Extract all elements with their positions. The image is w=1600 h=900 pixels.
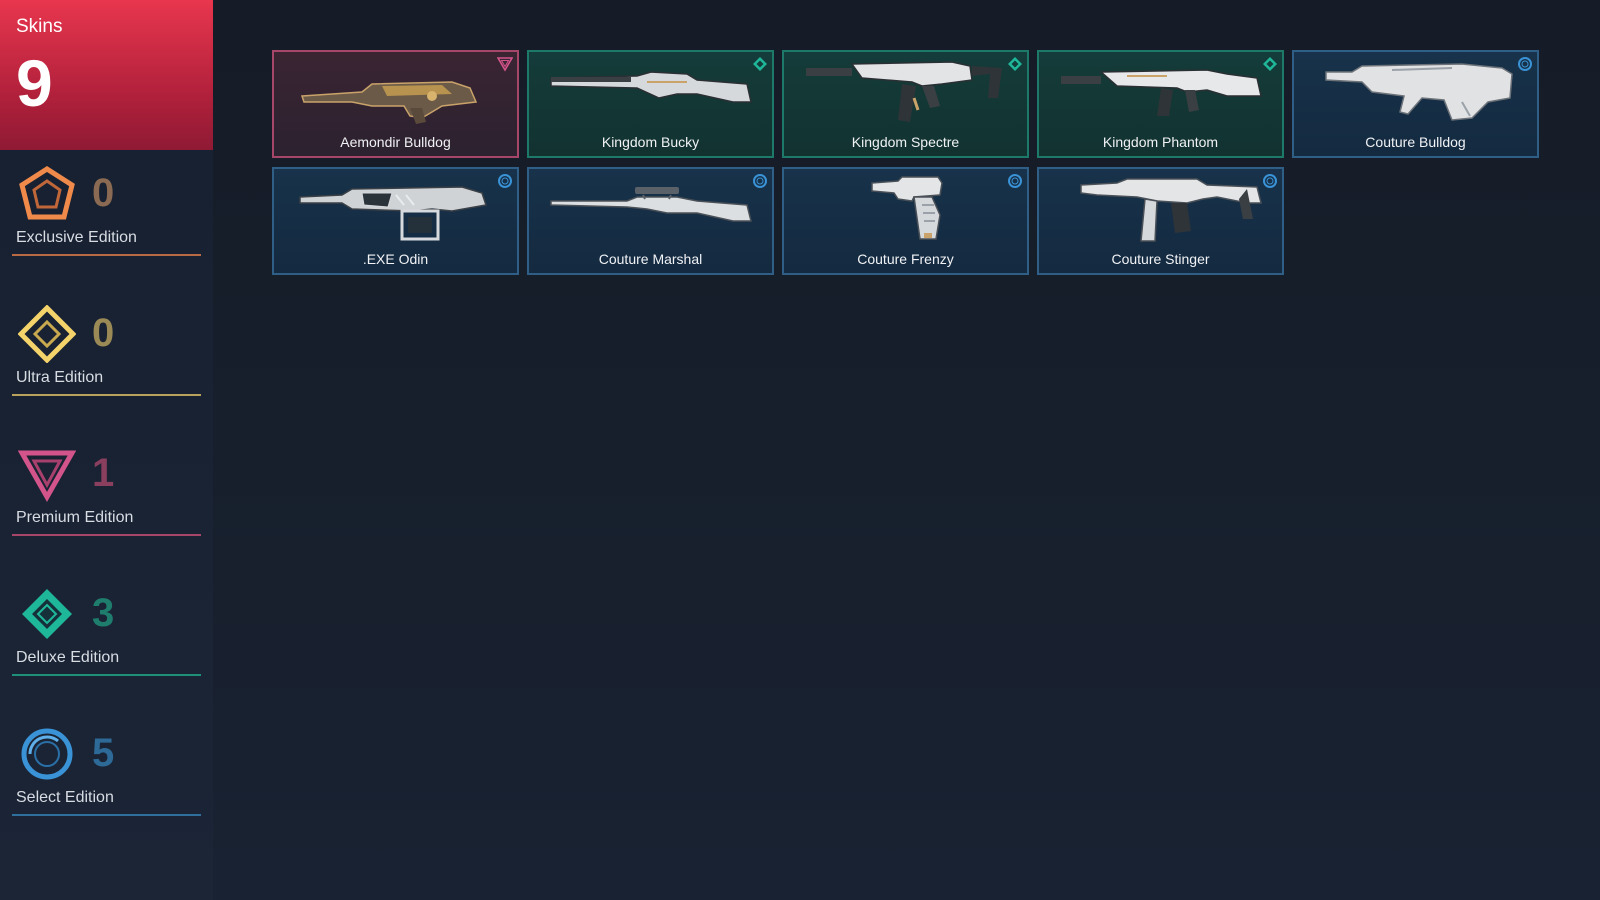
edition-name: Select Edition (16, 789, 114, 806)
edition-divider (12, 394, 201, 396)
edition-divider (12, 674, 201, 676)
select-tier-icon (1008, 174, 1022, 188)
skin-name: Couture Frenzy (857, 251, 954, 267)
edition-count: 1 (92, 451, 115, 495)
skin-tile-couture-marshal[interactable]: Couture Marshal (527, 167, 774, 275)
edition-count: 5 (92, 731, 115, 775)
skin-tile-couture-stinger[interactable]: Couture Stinger (1037, 167, 1284, 275)
skin-name: Couture Bulldog (1365, 134, 1466, 150)
skin-tile-exe-odin[interactable]: .EXE Odin (272, 167, 519, 275)
marshal-weapon-icon (550, 187, 752, 222)
edition-deluxe[interactable]: 3 Deluxe Edition (12, 585, 201, 685)
spectre-weapon-icon (806, 61, 1002, 122)
skins-total-count: 9 (16, 46, 53, 120)
edition-count: 0 (92, 311, 115, 355)
edition-name: Premium Edition (16, 509, 134, 526)
select-tier-icon (1518, 57, 1532, 71)
bulldog-weapon-icon (1325, 63, 1513, 121)
edition-name: Exclusive Edition (16, 229, 137, 246)
edition-premium[interactable]: 1 Premium Edition (12, 445, 201, 545)
edition-ultra[interactable]: 0 Ultra Edition (12, 305, 201, 405)
skins-collection-screen: Skins 9 0 Exclusive Edition 0 Ultra Edit… (0, 0, 1600, 900)
exclusive-edition-icon (19, 166, 75, 220)
edition-divider (12, 254, 201, 256)
skin-name: Couture Marshal (598, 251, 703, 267)
skin-tile-kingdom-bucky[interactable]: Kingdom Bucky (527, 50, 774, 158)
odin-weapon-icon (299, 186, 487, 241)
deluxe-tier-icon (1008, 57, 1022, 71)
deluxe-edition-icon (22, 589, 72, 639)
edition-divider (12, 534, 201, 536)
edition-exclusive[interactable]: 0 Exclusive Edition (12, 165, 201, 265)
deluxe-tier-icon (1263, 57, 1277, 71)
select-tier-icon (753, 174, 767, 188)
edition-select[interactable]: 5 Select Edition (12, 725, 201, 825)
select-edition-icon (21, 728, 73, 780)
edition-name: Ultra Edition (16, 369, 104, 386)
edition-name: Deluxe Edition (16, 649, 120, 666)
stinger-weapon-icon (1080, 178, 1262, 242)
skin-name: Kingdom Spectre (851, 134, 960, 150)
bulldog-weapon-icon (300, 81, 478, 124)
edition-count: 3 (92, 591, 115, 635)
skin-name: .EXE Odin (362, 251, 429, 267)
skin-tile-aemondir-bulldog[interactable]: Aemondir Bulldog (272, 50, 519, 158)
skin-tile-kingdom-spectre[interactable]: Kingdom Spectre (782, 50, 1029, 158)
frenzy-weapon-icon (871, 176, 943, 240)
edition-divider (12, 814, 201, 816)
skins-label: Skins (16, 16, 63, 37)
skin-name: Kingdom Bucky (601, 134, 700, 150)
phantom-weapon-icon (1061, 69, 1262, 116)
premium-tier-icon (497, 57, 513, 72)
skin-name: Kingdom Phantom (1102, 134, 1219, 150)
skin-name: Aemondir Bulldog (340, 134, 451, 150)
skin-tile-couture-bulldog[interactable]: Couture Bulldog (1292, 50, 1539, 158)
bucky-weapon-icon (550, 71, 752, 103)
skins-total-card: Skins 9 (0, 0, 213, 150)
edition-count: 0 (92, 171, 115, 215)
skin-name: Couture Stinger (1111, 251, 1210, 267)
select-tier-icon (498, 174, 512, 188)
skin-tile-kingdom-phantom[interactable]: Kingdom Phantom (1037, 50, 1284, 158)
select-tier-icon (1263, 174, 1277, 188)
skin-tile-couture-frenzy[interactable]: Couture Frenzy (782, 167, 1029, 275)
edition-sidebar: Skins 9 0 Exclusive Edition 0 Ultra Edit… (0, 0, 213, 900)
premium-edition-icon (18, 450, 76, 503)
ultra-edition-icon (18, 305, 76, 363)
skins-grid: Aemondir Bulldog Kingdom Bucky Kingdom S… (272, 50, 1539, 275)
deluxe-tier-icon (753, 57, 767, 71)
